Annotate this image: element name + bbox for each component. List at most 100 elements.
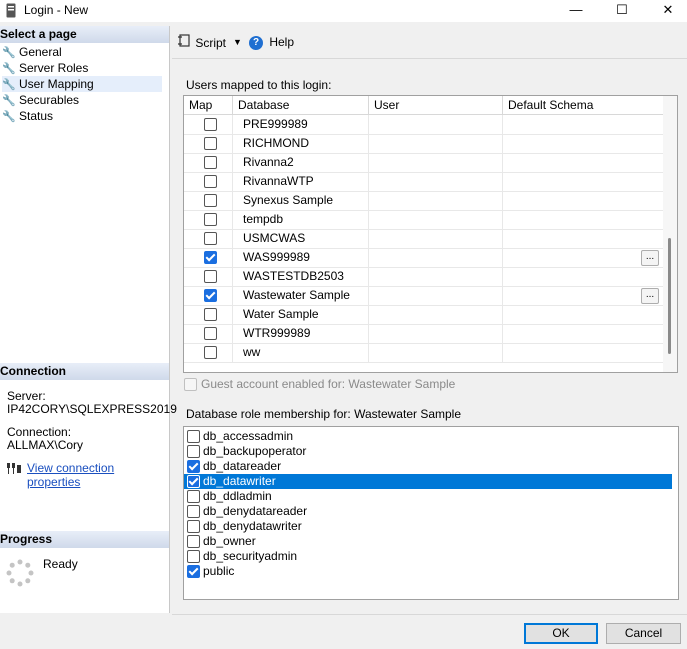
map-checkbox[interactable] [204, 308, 217, 321]
user-cell[interactable] [369, 286, 503, 305]
default-schema-cell[interactable] [503, 115, 664, 134]
role-item[interactable]: db_ddladmin [184, 489, 672, 504]
default-schema-cell[interactable] [503, 324, 664, 343]
table-row[interactable]: ww [184, 343, 664, 363]
page-user-mapping[interactable]: 🔧 User Mapping [2, 76, 162, 92]
role-item[interactable]: db_backupoperator [184, 444, 672, 459]
table-row[interactable]: RICHMOND [184, 134, 664, 154]
user-cell[interactable] [369, 153, 503, 172]
browse-schema-button[interactable]: ... [641, 288, 659, 304]
table-row[interactable]: Wastewater Sample... [184, 286, 664, 306]
close-button[interactable]: ✕ [645, 0, 687, 22]
help-icon: ? [249, 35, 263, 50]
default-schema-cell[interactable] [503, 191, 664, 210]
role-checkbox[interactable] [187, 565, 200, 578]
role-checkbox[interactable] [187, 430, 200, 443]
user-cell[interactable] [369, 305, 503, 324]
map-checkbox[interactable] [204, 346, 217, 359]
cancel-button[interactable]: Cancel [606, 623, 681, 644]
scrollbar-thumb[interactable] [668, 238, 671, 354]
column-header-database[interactable]: Database [233, 96, 369, 114]
table-row[interactable]: RivannaWTP [184, 172, 664, 192]
role-checkbox[interactable] [187, 535, 200, 548]
role-item[interactable]: db_datawriter [184, 474, 672, 489]
map-checkbox[interactable] [204, 327, 217, 340]
role-checkbox[interactable] [187, 475, 200, 488]
user-cell[interactable] [369, 134, 503, 153]
table-row[interactable]: USMCWAS [184, 229, 664, 249]
role-checkbox[interactable] [187, 505, 200, 518]
default-schema-cell[interactable] [503, 172, 664, 191]
user-cell[interactable] [369, 210, 503, 229]
role-item[interactable]: public [184, 564, 672, 579]
map-checkbox[interactable] [204, 156, 217, 169]
map-checkbox[interactable] [204, 251, 217, 264]
role-item[interactable]: db_datareader [184, 459, 672, 474]
map-checkbox[interactable] [204, 137, 217, 150]
users-mapped-grid[interactable]: Map Database User Default Schema PRE9999… [183, 95, 665, 373]
role-checkbox[interactable] [187, 490, 200, 503]
column-header-user[interactable]: User [369, 96, 503, 114]
column-header-default-schema[interactable]: Default Schema [503, 96, 664, 114]
map-checkbox[interactable] [204, 213, 217, 226]
view-connection-properties-link[interactable]: View connection properties [27, 461, 169, 489]
table-row[interactable]: WTR999989 [184, 324, 664, 344]
user-cell[interactable] [369, 229, 503, 248]
script-dropdown-arrow[interactable]: ▼ [233, 34, 242, 50]
page-server-roles[interactable]: 🔧 Server Roles [2, 60, 88, 76]
default-schema-cell[interactable] [503, 134, 664, 153]
map-checkbox[interactable] [204, 194, 217, 207]
page-general[interactable]: 🔧 General [2, 44, 62, 60]
default-schema-cell[interactable]: ... [503, 248, 664, 267]
map-checkbox[interactable] [204, 175, 217, 188]
role-item[interactable]: db_denydatareader [184, 504, 672, 519]
ok-button[interactable]: OK [524, 623, 598, 644]
script-button[interactable]: Script [178, 34, 226, 50]
bottom-divider [172, 614, 687, 615]
map-checkbox[interactable] [204, 289, 217, 302]
user-cell[interactable] [369, 115, 503, 134]
table-row[interactable]: Water Sample [184, 305, 664, 325]
user-cell[interactable] [369, 191, 503, 210]
role-item[interactable]: db_owner [184, 534, 672, 549]
default-schema-cell[interactable] [503, 343, 664, 362]
default-schema-cell[interactable] [503, 229, 664, 248]
table-row[interactable]: Rivanna2 [184, 153, 664, 173]
default-schema-cell[interactable]: ... [503, 286, 664, 305]
column-header-map[interactable]: Map [184, 96, 233, 114]
role-checkbox[interactable] [187, 445, 200, 458]
help-button[interactable]: ? Help [249, 34, 294, 50]
table-row[interactable]: WAS999989... [184, 248, 664, 268]
map-checkbox[interactable] [204, 270, 217, 283]
role-checkbox[interactable] [187, 550, 200, 563]
map-checkbox[interactable] [204, 118, 217, 131]
user-cell[interactable] [369, 248, 503, 267]
map-checkbox[interactable] [204, 232, 217, 245]
user-cell[interactable] [369, 267, 503, 286]
table-row[interactable]: WASTESTDB2503 [184, 267, 664, 287]
role-item[interactable]: db_denydatawriter [184, 519, 672, 534]
default-schema-cell[interactable] [503, 267, 664, 286]
role-item[interactable]: db_securityadmin [184, 549, 672, 564]
page-securables[interactable]: 🔧 Securables [2, 92, 79, 108]
role-item[interactable]: db_accessadmin [184, 429, 672, 444]
users-grid-scrollbar[interactable] [663, 95, 678, 373]
role-checkbox[interactable] [187, 520, 200, 533]
guest-account-checkbox[interactable] [184, 378, 197, 391]
user-cell[interactable] [369, 172, 503, 191]
map-cell [184, 153, 233, 172]
minimize-button[interactable]: — [553, 0, 599, 22]
default-schema-cell[interactable] [503, 210, 664, 229]
default-schema-cell[interactable] [503, 305, 664, 324]
user-cell[interactable] [369, 343, 503, 362]
default-schema-cell[interactable] [503, 153, 664, 172]
table-row[interactable]: PRE999989 [184, 115, 664, 135]
table-row[interactable]: Synexus Sample [184, 191, 664, 211]
user-cell[interactable] [369, 324, 503, 343]
page-status[interactable]: 🔧 Status [2, 108, 53, 124]
maximize-button[interactable]: ☐ [599, 0, 645, 22]
role-membership-list[interactable]: db_accessadmin db_backupoperator db_datare… [183, 426, 679, 600]
table-row[interactable]: tempdb [184, 210, 664, 230]
role-checkbox[interactable] [187, 460, 200, 473]
browse-schema-button[interactable]: ... [641, 250, 659, 266]
